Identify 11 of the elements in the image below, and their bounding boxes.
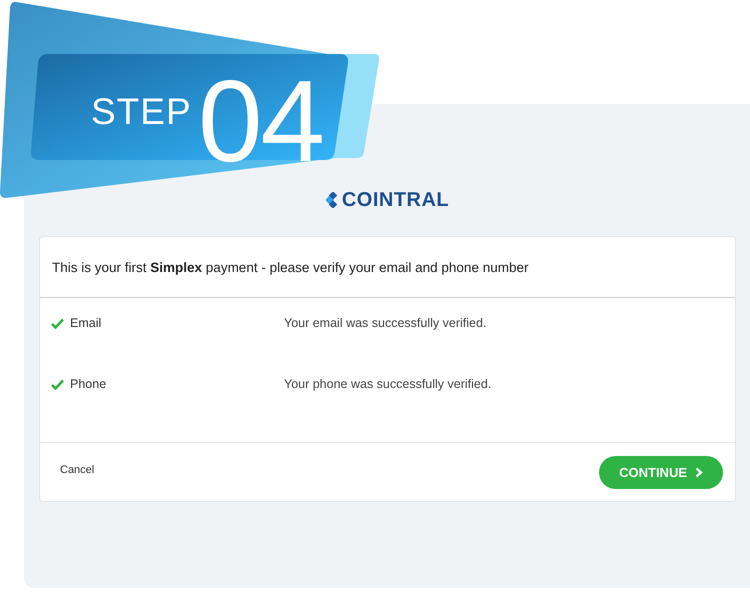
cancel-button[interactable]: Cancel [54, 464, 100, 476]
dialog-title: This is your first Simplex payment - please verify your email and phone number [52, 260, 528, 274]
status-message: Your phone was successfully verified. [284, 377, 492, 391]
field-label: Phone [70, 377, 106, 391]
brand-logo-text: COINTRAL [342, 190, 450, 210]
diamond-logo-icon [326, 192, 340, 208]
step-number: 04 [198, 63, 324, 179]
field-label: Email [70, 316, 102, 330]
step-label: STEP [91, 92, 192, 132]
status-message: Your email was successfully verified. [284, 316, 486, 330]
chevron-right-icon [695, 467, 703, 478]
